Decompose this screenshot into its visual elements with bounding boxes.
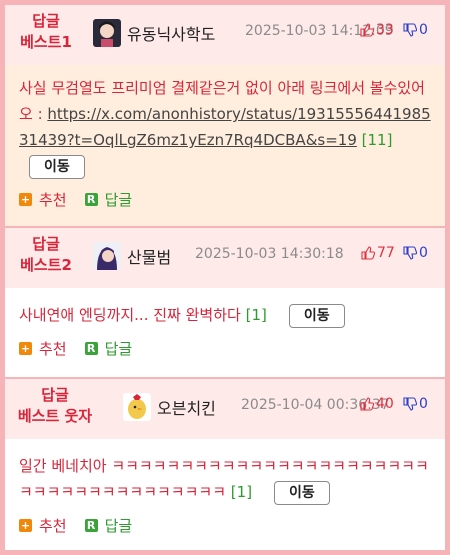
- plus-icon: +: [19, 193, 32, 206]
- avatar[interactable]: [93, 242, 121, 270]
- thumbs-up-icon: [361, 246, 375, 260]
- rank-label: 답글 베스트2: [5, 234, 87, 276]
- reply-icon: R: [84, 519, 98, 532]
- recommend-label: 추천: [39, 517, 67, 535]
- comment-actions: + 추천 R 답글: [19, 515, 433, 536]
- downvote-count: 0: [419, 22, 428, 38]
- reply-button[interactable]: R 답글: [84, 515, 133, 536]
- upvote-count: 77: [377, 245, 395, 261]
- reply-label: 답글: [104, 191, 133, 209]
- avatar[interactable]: [123, 393, 151, 421]
- goto-button[interactable]: 이동: [29, 154, 85, 179]
- comment-actions: + 추천 R 답글: [19, 338, 433, 359]
- comment-body: 일간 베네치아 ㅋㅋㅋㅋㅋㅋㅋㅋㅋㅋㅋㅋㅋㅋㅋㅋㅋㅋㅋㅋㅋㅋㅋㅋㅋㅋㅋㅋㅋㅋㅋㅋ…: [5, 439, 445, 544]
- recommend-label: 추천: [39, 340, 67, 358]
- reply-button[interactable]: R 답글: [84, 338, 133, 359]
- recommend-button[interactable]: + 추천: [19, 515, 67, 536]
- upvote-button[interactable]: 33: [360, 22, 394, 38]
- upvote-button[interactable]: 77: [361, 245, 395, 261]
- rank-line1: 답글: [32, 12, 60, 30]
- thumbs-down-icon: [403, 246, 417, 260]
- thumbs-up-icon: [360, 397, 374, 411]
- reply-count[interactable]: [1]: [246, 306, 267, 324]
- comment-text-content: 일간 베네치아 ㅋㅋㅋㅋㅋㅋㅋㅋㅋㅋㅋㅋㅋㅋㅋㅋㅋㅋㅋㅋㅋㅋㅋㅋㅋㅋㅋㅋㅋㅋㅋㅋ…: [19, 457, 429, 501]
- downvote-count: 0: [419, 396, 428, 412]
- upvote-button[interactable]: 40: [360, 396, 394, 412]
- rank-line1: 답글: [41, 386, 69, 404]
- thumbs-down-icon: [403, 397, 417, 411]
- nickname[interactable]: 산물범: [127, 244, 171, 268]
- comment-text-content: 사내연애 엔딩까지... 진짜 완벽하다: [19, 306, 241, 324]
- plus-icon: +: [19, 342, 32, 355]
- thumbs-up-icon: [360, 23, 374, 37]
- recommend-button[interactable]: + 추천: [19, 189, 67, 210]
- rank-label: 답글 베스트1: [5, 11, 87, 53]
- plus-icon: +: [19, 519, 32, 532]
- best-replies-panel: 답글 베스트1 유동닉사학도 2025-10-03 14:12:09 33 0: [5, 5, 445, 550]
- reply-icon: R: [84, 193, 98, 206]
- reply-button[interactable]: R 답글: [84, 189, 133, 210]
- comment-text: 사실 무검열도 프리미엄 결제같은거 없이 아래 링크에서 볼수있어오 : ht…: [19, 75, 433, 179]
- rank-line2: 베스트 웃자: [17, 407, 93, 425]
- recommend-label: 추천: [39, 191, 67, 209]
- avatar[interactable]: [93, 19, 121, 47]
- reply-count[interactable]: [1]: [231, 483, 252, 501]
- timestamp: 2025-10-03 14:30:18: [195, 246, 344, 262]
- downvote-button[interactable]: 0: [403, 22, 428, 38]
- best-reply-card-3: 답글 베스트 웃자 오븐치킨 2025-10-04 00:36:37 40 0 …: [5, 379, 445, 550]
- rank-line2: 베스트1: [20, 33, 72, 51]
- upvote-count: 40: [376, 396, 394, 412]
- reply-icon: R: [84, 342, 98, 355]
- nickname[interactable]: 유동닉사학도: [127, 21, 215, 45]
- comment-text: 일간 베네치아 ㅋㅋㅋㅋㅋㅋㅋㅋㅋㅋㅋㅋㅋㅋㅋㅋㅋㅋㅋㅋㅋㅋㅋㅋㅋㅋㅋㅋㅋㅋㅋㅋ…: [19, 453, 433, 505]
- upvote-count: 33: [376, 22, 394, 38]
- recommend-button[interactable]: + 추천: [19, 338, 67, 359]
- downvote-button[interactable]: 0: [403, 245, 428, 261]
- comment-text: 사내연애 엔딩까지... 진짜 완벽하다 [1] 이동: [19, 302, 433, 328]
- rank-line1: 답글: [32, 235, 60, 253]
- comment-body: 사실 무검열도 프리미엄 결제같은거 없이 아래 링크에서 볼수있어오 : ht…: [5, 65, 445, 226]
- comment-header: 답글 베스트 웃자 오븐치킨 2025-10-04 00:36:37 40 0: [5, 379, 445, 439]
- reply-label: 답글: [104, 340, 133, 358]
- comment-body: 사내연애 엔딩까지... 진짜 완벽하다 [1] 이동 + 추천 R 답글: [5, 288, 445, 377]
- best-reply-card-2: 답글 베스트2 산물범 2025-10-03 14:30:18 77 0 사내연…: [5, 228, 445, 379]
- rank-line2: 베스트2: [20, 256, 72, 274]
- goto-button[interactable]: 이동: [288, 303, 345, 328]
- comment-header: 답글 베스트1 유동닉사학도 2025-10-03 14:12:09 33 0: [5, 5, 445, 65]
- nickname[interactable]: 오븐치킨: [157, 395, 216, 419]
- downvote-count: 0: [419, 245, 428, 261]
- downvote-button[interactable]: 0: [403, 396, 428, 412]
- comment-actions: + 추천 R 답글: [19, 189, 433, 210]
- best-reply-card-1: 답글 베스트1 유동닉사학도 2025-10-03 14:12:09 33 0: [5, 5, 445, 228]
- reply-count[interactable]: [11]: [362, 131, 393, 149]
- rank-label: 답글 베스트 웃자: [5, 385, 105, 427]
- goto-button[interactable]: 이동: [274, 480, 330, 505]
- reply-label: 답글: [104, 517, 133, 535]
- thumbs-down-icon: [403, 23, 417, 37]
- comment-header: 답글 베스트2 산물범 2025-10-03 14:30:18 77 0: [5, 228, 445, 288]
